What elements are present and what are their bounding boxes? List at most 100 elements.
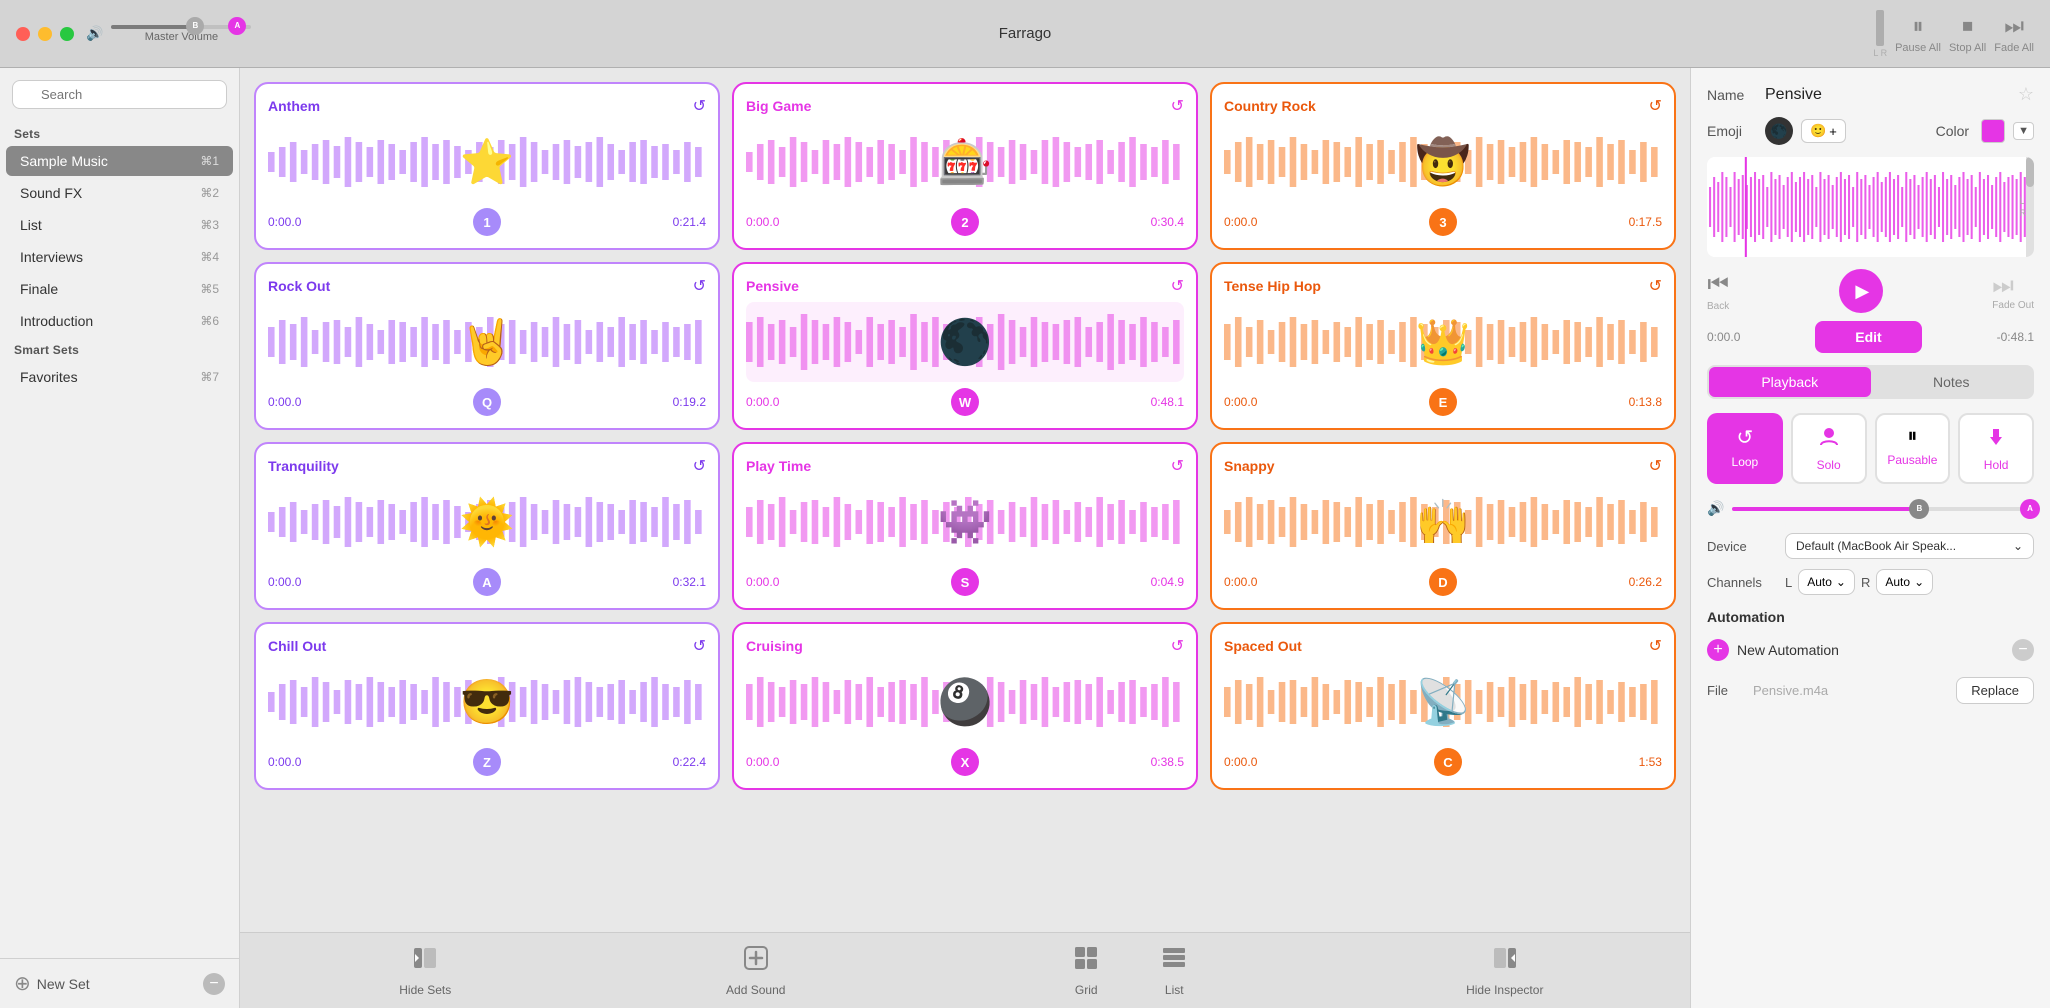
card-loop-icon[interactable]: ↺ <box>693 276 706 296</box>
solo-option[interactable]: Solo <box>1791 413 1867 484</box>
sidebar-item-favorites[interactable]: Favorites ⌘7 <box>6 362 233 392</box>
card-loop-icon[interactable]: ↺ <box>1649 96 1662 116</box>
back-button[interactable]: ⏮ Back <box>1707 271 1729 312</box>
card-loop-icon[interactable]: ↺ <box>1171 276 1184 296</box>
sound-card-tranquility[interactable]: Tranquility ↺ 🌞 0:00.0 A 0:32.1 <box>254 442 720 610</box>
sound-card-big-game[interactable]: Big Game ↺ 🎰 0:00.0 2 0:30.4 <box>732 82 1198 250</box>
card-loop-icon[interactable]: ↺ <box>1649 636 1662 656</box>
card-key: E <box>1429 388 1457 416</box>
fade-all-button[interactable]: ⏭ Fade All <box>1994 13 2034 54</box>
add-sound-button[interactable]: Add Sound <box>716 944 796 997</box>
hide-sets-button[interactable]: Hide Sets <box>385 944 465 997</box>
inspector-volume-slider[interactable]: B A <box>1732 507 2034 511</box>
fade-out-button[interactable]: ⏭ Fade Out <box>1992 272 2034 311</box>
file-name-display: Pensive.m4a <box>1753 683 1948 698</box>
sound-card-cruising[interactable]: Cruising ↺ 🎱 0:00.0 X 0:38.5 <box>732 622 1198 790</box>
sound-card-play-time[interactable]: Play Time ↺ 👾 0:00.0 S 0:04.9 <box>732 442 1198 610</box>
sound-card-snappy[interactable]: Snappy ↺ 🙌 0:00.0 D 0:26.2 <box>1210 442 1676 610</box>
edit-button[interactable]: Edit <box>1815 321 1921 353</box>
new-set-button[interactable]: ⊕ New Set <box>14 971 90 996</box>
card-loop-icon[interactable]: ↺ <box>693 636 706 656</box>
volume-b-marker: B <box>186 17 204 35</box>
sound-card-spaced-out[interactable]: Spaced Out ↺ 📡 0:00.0 C 1:53 <box>1210 622 1676 790</box>
sidebar-item-list[interactable]: List ⌘3 <box>6 210 233 240</box>
smart-sets-label: Smart Sets <box>0 337 239 361</box>
sound-card-tense-hip-hop[interactable]: Tense Hip Hop ↺ 👑 0:00.0 E 0:13.8 <box>1210 262 1676 430</box>
card-loop-icon[interactable]: ↺ <box>693 456 706 476</box>
card-end-time: 0:30.4 <box>1151 215 1184 229</box>
card-waveform: 👾 <box>746 482 1184 562</box>
device-select[interactable]: Default (MacBook Air Speak... ⌄ <box>1785 533 2034 559</box>
loop-option[interactable]: ↺ Loop <box>1707 413 1783 484</box>
list-label: List <box>1165 983 1184 997</box>
card-emoji: 🎱 <box>938 676 993 728</box>
sets-section-label: Sets <box>0 121 239 145</box>
maximize-button[interactable] <box>60 27 74 41</box>
pause-all-button[interactable]: ⏸ Pause All <box>1895 13 1941 54</box>
inspector-star-button[interactable]: ☆ <box>2018 84 2034 105</box>
list-icon <box>1160 944 1188 979</box>
sidebar-item-introduction[interactable]: Introduction ⌘6 <box>6 306 233 336</box>
sidebar-item-shortcut: ⌘4 <box>200 250 219 264</box>
sidebar-item-sound-fx[interactable]: Sound FX ⌘2 <box>6 178 233 208</box>
close-button[interactable] <box>16 27 30 41</box>
r-channel-select[interactable]: Auto ⌄ <box>1876 569 1933 595</box>
sound-card-anthem[interactable]: Anthem ↺ ⭐ 0:00.0 1 0:21.4 <box>254 82 720 250</box>
hide-inspector-button[interactable]: Hide Inspector <box>1465 944 1545 997</box>
pause-all-icon: ⏸ <box>1912 13 1923 39</box>
volume-control: 🔊 B A Master Volume <box>86 25 251 43</box>
search-wrapper: 🔍 <box>12 80 227 109</box>
sidebar-item-finale[interactable]: Finale ⌘5 <box>6 274 233 304</box>
grid-view-button[interactable]: Grid <box>1046 944 1126 997</box>
remove-automation-button[interactable]: − <box>2012 639 2034 661</box>
sound-grid: Anthem ↺ ⭐ 0:00.0 1 0:21.4 <box>240 68 1690 932</box>
replace-button[interactable]: Replace <box>1956 677 2034 704</box>
stop-all-button[interactable]: ⏹ Stop All <box>1949 13 1986 54</box>
sound-card-chill-out[interactable]: Chill Out ↺ 😎 0:00.0 Z 0:22.4 <box>254 622 720 790</box>
card-loop-icon[interactable]: ↺ <box>1649 276 1662 296</box>
card-emoji: 😎 <box>460 676 515 728</box>
new-set-plus-icon: ⊕ <box>14 971 31 996</box>
inspector-name-row: Name ☆ <box>1707 84 2034 105</box>
card-waveform: 🎰 <box>746 122 1184 202</box>
color-label: Color <box>1936 123 1969 139</box>
tab-playback[interactable]: Playback <box>1709 367 1871 397</box>
sidebar-item-sample-music[interactable]: Sample Music ⌘1 <box>6 146 233 176</box>
master-volume-label: Master Volume <box>145 31 218 43</box>
card-loop-icon[interactable]: ↺ <box>693 96 706 116</box>
card-waveform: 🤘 <box>268 302 706 382</box>
master-volume-slider[interactable]: B A <box>111 25 251 29</box>
app-title: Farrago <box>999 25 1052 42</box>
transport-time-row: 0:00.0 Edit -0:48.1 <box>1707 321 2034 353</box>
titlebar: 🔊 B A Master Volume Farrago L R ⏸ Pause … <box>0 0 2050 68</box>
sound-card-rock-out[interactable]: Rock Out ↺ 🤘 0:00.0 Q 0:19.2 <box>254 262 720 430</box>
play-button[interactable]: ▶ <box>1839 269 1883 313</box>
waveform-scrollbar[interactable] <box>2026 157 2034 257</box>
color-swatch[interactable] <box>1981 119 2005 143</box>
sidebar-item-interviews[interactable]: Interviews ⌘4 <box>6 242 233 272</box>
card-title: Tense Hip Hop <box>1224 278 1321 294</box>
card-start-time: 0:00.0 <box>268 395 301 409</box>
color-dropdown-button[interactable]: ▼ <box>2013 122 2034 140</box>
list-view-button[interactable]: List <box>1134 944 1214 997</box>
new-automation-plus-button[interactable]: + <box>1707 639 1729 661</box>
traffic-lights <box>16 27 74 41</box>
l-channel-select[interactable]: Auto ⌄ <box>1798 569 1855 595</box>
pausable-option[interactable]: ⏸ Pausable <box>1875 413 1951 484</box>
search-input[interactable] <box>12 80 227 109</box>
sound-card-pensive[interactable]: Pensive ↺ 🌑 0:00.0 W 0:48.1 <box>732 262 1198 430</box>
inspector-name-input[interactable] <box>1765 86 2010 104</box>
card-loop-icon[interactable]: ↺ <box>1649 456 1662 476</box>
card-end-time: 0:21.4 <box>673 215 706 229</box>
card-loop-icon[interactable]: ↺ <box>1171 96 1184 116</box>
tab-notes[interactable]: Notes <box>1871 367 2033 397</box>
file-row: File Pensive.m4a Replace <box>1707 677 2034 704</box>
card-loop-icon[interactable]: ↺ <box>1171 636 1184 656</box>
minimize-button[interactable] <box>38 27 52 41</box>
sound-card-country-rock[interactable]: Country Rock ↺ 🤠 0:00.0 3 0:17.5 <box>1210 82 1676 250</box>
hold-option[interactable]: Hold <box>1958 413 2034 484</box>
remove-set-button[interactable]: − <box>203 973 225 995</box>
card-end-time: 0:38.5 <box>1151 755 1184 769</box>
emoji-picker-button[interactable]: 🙂+ <box>1801 119 1846 143</box>
card-loop-icon[interactable]: ↺ <box>1171 456 1184 476</box>
